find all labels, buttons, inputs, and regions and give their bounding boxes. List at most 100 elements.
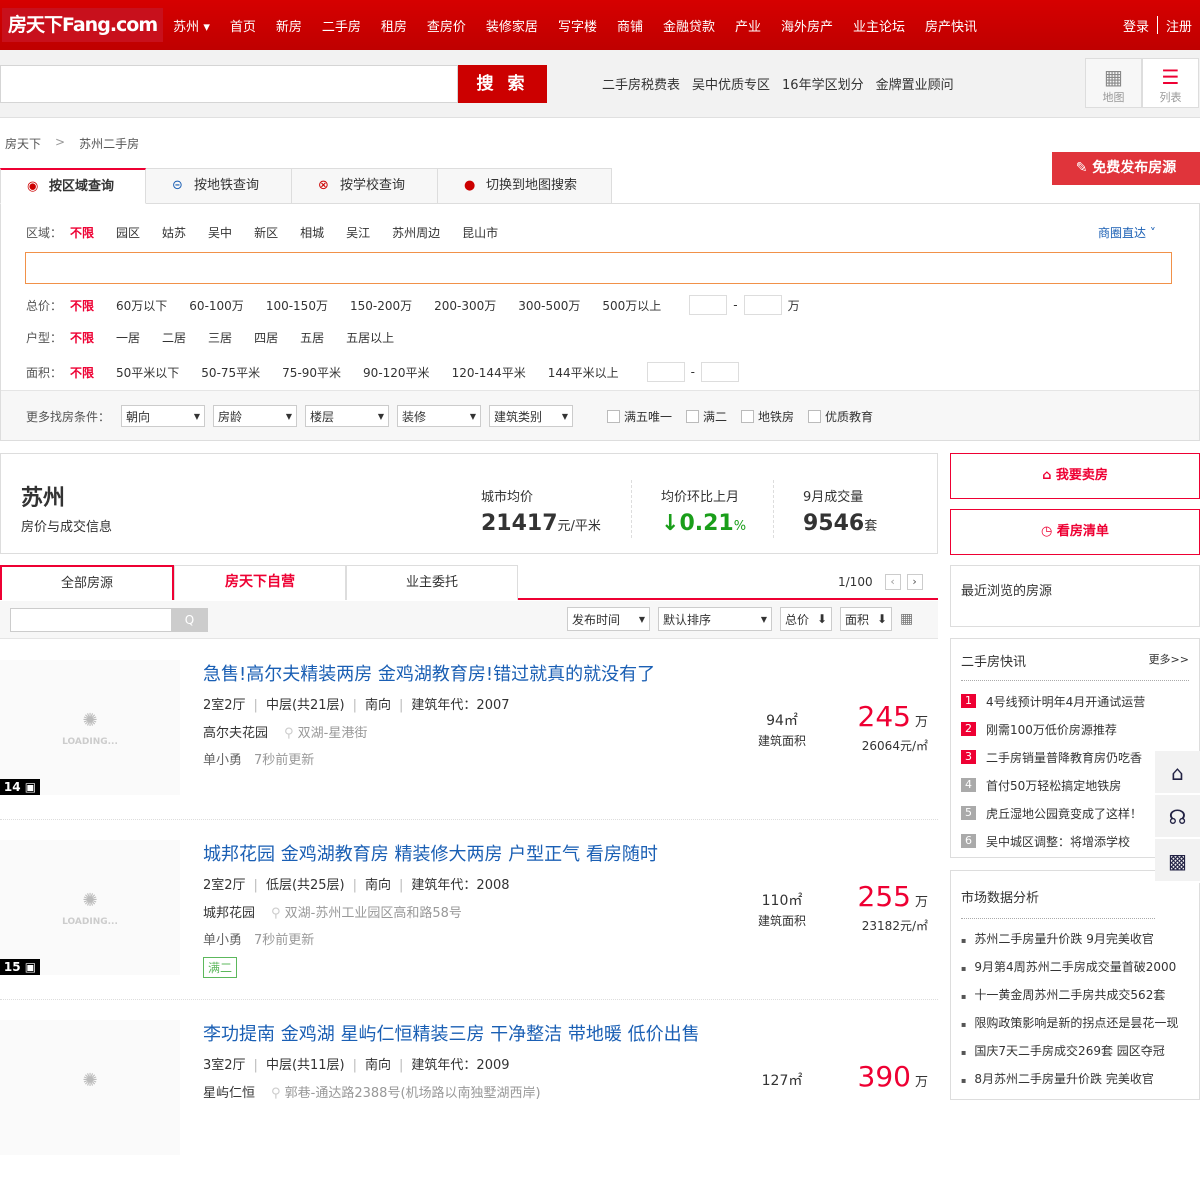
keyword-input[interactable] xyxy=(10,608,172,632)
tab-fang-self[interactable]: 房天下自营 xyxy=(174,565,346,600)
checkbox-education[interactable]: 优质教育 xyxy=(808,408,873,425)
sell-house-button[interactable]: ⌂ 我要卖房 xyxy=(950,453,1200,499)
filter-option[interactable]: 昆山市 xyxy=(462,224,498,241)
checkbox-man-wu[interactable]: 满五唯一 xyxy=(607,408,672,425)
filter-option[interactable]: 50平米以下 xyxy=(116,364,179,381)
filter-option[interactable]: 二居 xyxy=(162,329,186,346)
filter-option[interactable]: 200-300万 xyxy=(434,297,496,314)
listing-title[interactable]: 李功提南 金鸡湖 星屿仁恒精装三房 干净整洁 带地暖 低价出售 xyxy=(203,1020,700,1046)
login-link[interactable]: 登录 xyxy=(1115,16,1157,35)
filter-option[interactable]: 90-120平米 xyxy=(363,364,430,381)
filter-option[interactable]: 姑苏 xyxy=(162,224,186,241)
headset-icon[interactable]: ☊ xyxy=(1155,795,1200,839)
list-view-button[interactable]: ☰ 列表 xyxy=(1142,58,1199,108)
filter-option[interactable]: 75-90平米 xyxy=(282,364,341,381)
checkbox-subway[interactable]: 地铁房 xyxy=(741,408,794,425)
sort-total-price[interactable]: 总价 ⬇ xyxy=(780,607,832,631)
search-button[interactable]: 搜 索 xyxy=(458,65,547,103)
filter-option[interactable]: 60万以下 xyxy=(116,297,167,314)
age-select[interactable]: 房龄 ▼ xyxy=(213,405,297,427)
filter-option[interactable]: 五居 xyxy=(300,329,324,346)
qr-code-icon[interactable]: ▩ xyxy=(1155,839,1200,883)
filter-option[interactable]: 50-75平米 xyxy=(201,364,260,381)
filter-option[interactable]: 吴中 xyxy=(208,224,232,241)
search-input[interactable] xyxy=(0,65,458,103)
area-max-input[interactable] xyxy=(700,362,739,382)
tab-owner-entrusted[interactable]: 业主委托 xyxy=(346,565,518,600)
prev-page-button[interactable]: ‹ xyxy=(884,574,901,590)
floor-select[interactable]: 楼层 ▼ xyxy=(305,405,389,427)
market-item[interactable]: 9月第4周苏州二手房成交量首破2000 xyxy=(961,953,1189,981)
tab-by-district[interactable]: ◉ 按区域查询 xyxy=(0,168,146,204)
hot-link[interactable]: 吴中优质专区 xyxy=(692,74,770,93)
grid-view-icon[interactable]: ▦ xyxy=(900,607,913,631)
filter-option[interactable]: 园区 xyxy=(116,224,140,241)
listing-photo[interactable]: ✺ xyxy=(0,1020,180,1155)
nav-item[interactable]: 房产快讯 xyxy=(925,16,977,35)
tab-by-school[interactable]: ⊗ 按学校查询 xyxy=(292,168,438,204)
price-max-input[interactable] xyxy=(743,295,782,315)
filter-option[interactable]: 100-150万 xyxy=(266,297,328,314)
breadcrumb-current[interactable]: 苏州二手房 xyxy=(79,135,139,152)
community-link[interactable]: 高尔夫花园 xyxy=(203,726,268,741)
filter-option[interactable]: 120-144平米 xyxy=(452,364,526,381)
filter-option[interactable]: 不限 xyxy=(70,297,94,314)
news-more-link[interactable]: 更多>> xyxy=(1149,651,1189,670)
filter-option[interactable]: 一居 xyxy=(116,329,140,346)
register-link[interactable]: 注册 xyxy=(1158,16,1200,35)
hot-link[interactable]: 16年学区划分 xyxy=(782,74,864,93)
filter-option[interactable]: 五居以上 xyxy=(346,329,394,346)
listing-photo[interactable]: ✺ LOADING... 15 ▣ xyxy=(0,840,180,975)
community-link[interactable]: 城邦花园 xyxy=(203,906,255,921)
nav-item[interactable]: 海外房产 xyxy=(781,16,833,35)
tab-map-search[interactable]: ● 切换到地图搜索 xyxy=(438,168,612,204)
building-type-select[interactable]: 建筑类别 ▼ xyxy=(489,405,573,427)
nav-item[interactable]: 租房 xyxy=(381,16,407,35)
hot-link[interactable]: 金牌置业顾问 xyxy=(876,74,954,93)
market-item[interactable]: 限购政策影响是新的拐点还是昙花一现 xyxy=(961,1009,1189,1037)
nav-item[interactable]: 业主论坛 xyxy=(853,16,905,35)
nav-item[interactable]: 二手房 xyxy=(322,16,361,35)
house-yen-icon[interactable]: ⌂ xyxy=(1155,751,1200,795)
sort-area[interactable]: 面积 ⬇ xyxy=(840,607,892,631)
publish-time-select[interactable]: 发布时间 ▼ xyxy=(567,607,650,631)
viewing-list-button[interactable]: ◷ 看房清单 xyxy=(950,509,1200,555)
area-min-input[interactable] xyxy=(646,362,685,382)
news-item[interactable]: 1 4号线预计明年4月开通试运营 xyxy=(961,687,1189,715)
tab-by-subway[interactable]: ⊝ 按地铁查询 xyxy=(146,168,292,204)
city-selector[interactable]: 苏州 ▾ xyxy=(173,16,210,35)
price-min-input[interactable] xyxy=(689,295,728,315)
orientation-select[interactable]: 朝向 ▼ xyxy=(121,405,205,427)
listing-photo[interactable]: ✺ LOADING... 14 ▣ xyxy=(0,660,180,795)
hot-link[interactable]: 二手房税费表 xyxy=(602,74,680,93)
community-link[interactable]: 星屿仁恒 xyxy=(203,1086,255,1101)
filter-option[interactable]: 不限 xyxy=(70,224,94,241)
default-sort-select[interactable]: 默认排序 ▼ xyxy=(658,607,772,631)
tab-all-listings[interactable]: 全部房源 xyxy=(0,565,174,600)
checkbox[interactable] xyxy=(686,409,700,423)
filter-option[interactable]: 150-200万 xyxy=(350,297,412,314)
filter-option[interactable]: 新区 xyxy=(254,224,278,241)
market-item[interactable]: 8月苏州二手房量升价跌 完美收官 xyxy=(961,1065,1189,1093)
filter-option[interactable]: 不限 xyxy=(70,329,94,346)
agent-name[interactable]: 单小勇 xyxy=(203,753,242,768)
publish-listing-button[interactable]: ✎ 免费发布房源 xyxy=(1052,152,1200,185)
checkbox-man-er[interactable]: 满二 xyxy=(686,408,727,425)
decoration-select[interactable]: 装修 ▼ xyxy=(397,405,481,427)
market-item[interactable]: 十一黄金周苏州二手房共成交562套 xyxy=(961,981,1189,1009)
listing-title[interactable]: 急售!高尔夫精装两房 金鸡湖教育房!错过就真的就没有了 xyxy=(203,660,655,686)
filter-option[interactable]: 不限 xyxy=(70,364,94,381)
filter-option[interactable]: 500万以上 xyxy=(602,297,661,314)
checkbox[interactable] xyxy=(607,409,620,423)
logo[interactable]: 房天下Fang.com xyxy=(2,8,164,42)
agent-name[interactable]: 单小勇 xyxy=(203,933,242,948)
nav-item[interactable]: 首页 xyxy=(230,16,256,35)
news-item[interactable]: 2 刚需100万低价房源推荐 xyxy=(961,715,1189,743)
nav-item[interactable]: 装修家居 xyxy=(486,16,538,35)
map-view-button[interactable]: ▦ 地图 xyxy=(1085,58,1142,108)
nav-item[interactable]: 商铺 xyxy=(617,16,643,35)
breadcrumb-home[interactable]: 房天下 xyxy=(5,135,41,152)
nav-item[interactable]: 新房 xyxy=(276,16,302,35)
filter-option[interactable]: 吴江 xyxy=(346,224,370,241)
nav-item[interactable]: 查房价 xyxy=(427,16,466,35)
